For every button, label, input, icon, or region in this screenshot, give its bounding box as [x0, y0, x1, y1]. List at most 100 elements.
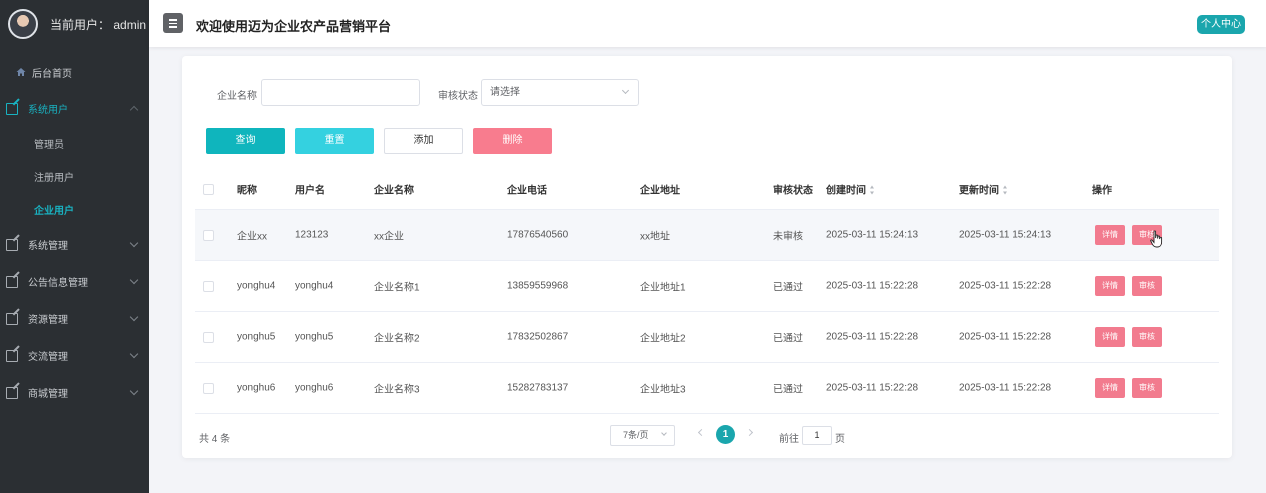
header-updated-sortable[interactable]: 更新时间 — [959, 181, 1008, 196]
select-all-checkbox[interactable] — [203, 183, 214, 195]
cell-address: 企业地址2 — [640, 333, 686, 345]
sidebar-item-system-manage[interactable]: 系统管理 — [0, 226, 149, 263]
cell-updated: 2025-03-11 15:22:28 — [959, 382, 1052, 394]
cell-status: 未审核 — [773, 231, 803, 243]
sidebar-item-mall-manage[interactable]: 商城管理 — [0, 374, 149, 411]
audit-status-select[interactable]: 请选择 — [481, 79, 639, 106]
row-checkbox[interactable] — [203, 230, 214, 241]
detail-button[interactable]: 详情 — [1095, 276, 1125, 296]
edit-icon — [6, 312, 18, 325]
audit-button[interactable]: 审核 — [1132, 276, 1162, 296]
header-phone: 企业电话 — [507, 185, 547, 196]
table-row: 企业xx 123123 xx企业 17876540560 xx地址 未审核 20… — [195, 210, 1219, 261]
sidebar-menu: 后台首页 系统用户 管理员 注册用户 企业用户 系统管理 公告信息管理 资源管理… — [0, 54, 149, 411]
cell-nickname: yonghu6 — [237, 382, 276, 394]
sidebar-item-resource-manage[interactable]: 资源管理 — [0, 300, 149, 337]
audit-button[interactable]: 审核 — [1132, 378, 1162, 398]
enterprise-users-table: 昵称 用户名 企业名称 企业电话 企业地址 审核状态 创建时间 更新时间 操作 … — [195, 168, 1219, 414]
cell-username: yonghu4 — [295, 280, 334, 292]
table-header: 昵称 用户名 企业名称 企业电话 企业地址 审核状态 创建时间 更新时间 操作 — [195, 168, 1219, 210]
sidebar-subitem-registered[interactable]: 注册用户 — [0, 160, 149, 193]
total-count: 共 4 条 — [199, 434, 231, 445]
header-created-sortable[interactable]: 创建时间 — [826, 181, 875, 196]
edit-icon — [6, 275, 18, 288]
sidebar-item-exchange-manage[interactable]: 交流管理 — [0, 337, 149, 374]
sort-icon[interactable] — [1003, 185, 1008, 195]
detail-button[interactable]: 详情 — [1095, 225, 1125, 245]
sidebar-subitem-enterprise[interactable]: 企业用户 — [0, 193, 149, 226]
audit-button[interactable]: 审核 — [1132, 327, 1162, 347]
table-row: yonghu6 yonghu6 企业名称3 15282783137 企业地址3 … — [195, 363, 1219, 414]
page-size-value: 7条/页 — [623, 430, 649, 440]
cell-status: 已通过 — [773, 333, 803, 345]
cell-created: 2025-03-11 15:22:28 — [826, 331, 919, 343]
cell-company: xx企业 — [374, 231, 404, 243]
sidebar-item-notice-manage[interactable]: 公告信息管理 — [0, 263, 149, 300]
delete-button[interactable]: 删除 — [473, 128, 552, 154]
chevron-down-icon — [129, 312, 139, 322]
hamburger-icon — [169, 19, 177, 21]
chevron-down-icon — [129, 349, 139, 359]
chevron-down-icon — [129, 386, 139, 396]
row-checkbox[interactable] — [203, 383, 214, 394]
sidebar-item-label: 系统用户 — [28, 105, 68, 116]
row-checkbox[interactable] — [203, 281, 214, 292]
prev-page-icon[interactable] — [697, 428, 706, 437]
cell-updated: 2025-03-11 15:24:13 — [959, 229, 1052, 241]
audit-status-label: 审核状态 — [438, 91, 478, 102]
page-size-select[interactable]: 7条/页 — [610, 425, 675, 446]
reset-button[interactable]: 重置 — [295, 128, 374, 154]
cell-nickname: yonghu5 — [237, 331, 276, 343]
goto-prefix: 前往 — [779, 434, 799, 445]
cell-created: 2025-03-11 15:22:28 — [826, 382, 919, 394]
cell-updated: 2025-03-11 15:22:28 — [959, 331, 1052, 343]
avatar[interactable] — [8, 9, 38, 39]
cell-company: 企业名称1 — [374, 282, 420, 294]
cell-company: 企业名称2 — [374, 333, 420, 345]
cell-phone: 13859559968 — [507, 280, 569, 292]
top-header: 欢迎使用迈为企业农产品营销平台 个人中心 — [149, 0, 1266, 47]
page-number-current[interactable]: 1 — [716, 425, 735, 444]
chevron-up-icon — [129, 105, 139, 115]
add-button[interactable]: 添加 — [384, 128, 463, 154]
company-name-input[interactable] — [261, 79, 420, 106]
current-user-name: admin — [113, 17, 147, 32]
current-user-label: 当前用户： — [50, 17, 111, 32]
table-row: yonghu5 yonghu5 企业名称2 17832502867 企业地址2 … — [195, 312, 1219, 363]
sidebar-item-label: 资源管理 — [28, 315, 68, 326]
cell-address: xx地址 — [640, 231, 670, 243]
search-button[interactable]: 查询 — [206, 128, 285, 154]
content-card: 企业名称 审核状态 请选择 查询 重置 添加 删除 昵称 用户名 企业名称 企业… — [182, 56, 1232, 458]
cell-phone: 15282783137 — [507, 382, 569, 394]
sidebar-subitem-admin[interactable]: 管理员 — [0, 127, 149, 160]
row-checkbox[interactable] — [203, 332, 214, 343]
sidebar-item-home[interactable]: 后台首页 — [0, 54, 149, 90]
company-name-label: 企业名称 — [217, 91, 257, 102]
cell-updated: 2025-03-11 15:22:28 — [959, 280, 1052, 292]
sidebar-item-system-users[interactable]: 系统用户 — [0, 90, 149, 127]
sidebar-item-label: 系统管理 — [28, 241, 68, 252]
user-info: 当前用户： admin — [0, 0, 149, 48]
cell-created: 2025-03-11 15:22:28 — [826, 280, 919, 292]
edit-icon — [6, 102, 18, 115]
next-page-icon[interactable] — [745, 428, 754, 437]
detail-button[interactable]: 详情 — [1095, 378, 1125, 398]
cell-username: 123123 — [295, 229, 329, 241]
cell-username: yonghu6 — [295, 382, 334, 394]
edit-icon — [6, 386, 18, 399]
cell-company: 企业名称3 — [374, 384, 420, 396]
goto-page-input[interactable]: 1 — [802, 426, 832, 445]
sort-icon[interactable] — [870, 185, 875, 195]
header-updated: 更新时间 — [959, 185, 999, 196]
cell-phone: 17832502867 — [507, 331, 569, 343]
table-row: yonghu4 yonghu4 企业名称1 13859559968 企业地址1 … — [195, 261, 1219, 312]
chevron-down-icon — [129, 275, 139, 285]
sidebar-item-label: 交流管理 — [28, 352, 68, 363]
cell-address: 企业地址1 — [640, 282, 686, 294]
cell-status: 已通过 — [773, 282, 803, 294]
menu-toggle-button[interactable] — [163, 13, 183, 33]
detail-button[interactable]: 详情 — [1095, 327, 1125, 347]
chevron-down-icon — [661, 430, 667, 436]
profile-center-button[interactable]: 个人中心 — [1197, 15, 1245, 34]
sidebar-item-label: 公告信息管理 — [28, 278, 88, 289]
